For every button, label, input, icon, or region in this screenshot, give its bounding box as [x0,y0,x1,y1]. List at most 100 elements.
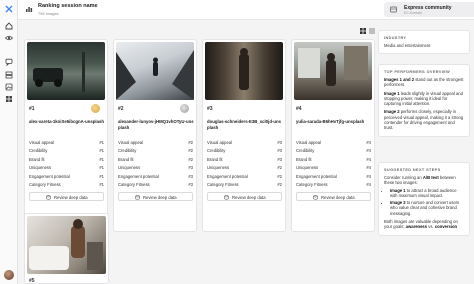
metric-row: Visual appeal #1 [29,138,104,147]
rank-label: #5 [29,278,35,284]
image-1-insight: Image 1 leads slightly in visual appeal … [384,90,463,107]
metric-label: Brand fit [29,156,45,162]
database-icon [224,194,229,200]
metric-row: Visual appeal #2 [118,138,193,147]
rank-label: #2 [118,106,124,112]
top-performers-summary: Images 1 and 2 stand out as the stronges… [384,77,464,88]
metric-row: Category Fitness #4 [296,181,371,190]
chat-icon[interactable] [5,58,13,66]
metric-label: Category Fitness [207,182,239,188]
metric-row: Category Fitness #3 [118,181,193,190]
image-thumbnail[interactable] [205,42,283,100]
metric-label: Visual appeal [296,139,322,145]
image-card[interactable]: #2 alexander-lunyov-jHMQ1vhOTyU-unsplash… [113,39,197,232]
list-view-icon[interactable] [369,28,375,34]
list-item: Image 1 to attract a broad audience with… [390,188,464,199]
view-toggle [360,28,376,35]
metric-value: #2 [188,148,193,154]
database-icon [46,194,51,200]
metric-row: Uniqueness #4 [296,164,371,173]
image-filename: yulia-sarada-B6hHvTjfg-unsplash [296,119,365,124]
eye-icon[interactable] [5,34,13,42]
insights-panel: INDUSTRY Media and entertainment TOP PER… [378,24,470,284]
metric-label: Brand fit [296,156,312,162]
database-icon [135,194,140,200]
next-steps-intro: Consider running an A/B test between the… [384,175,456,186]
top-header: Ranking session name 755 images Express … [18,0,474,20]
image-thumbnail[interactable] [27,42,105,100]
metric-value: #2 [277,182,282,188]
metric-row: Engagement potential #4 [296,172,371,181]
review-deep-data-button[interactable]: Review deep data [296,192,371,201]
metric-row: Engagement potential #1 [29,172,104,181]
industry-card: INDUSTRY Media and entertainment [378,30,470,55]
metric-row: Uniqueness #1 [29,164,104,173]
top-performers-heading: TOP PERFORMERS OVERVIEW [384,70,451,74]
metric-row: Brand fit #3 [207,155,282,164]
metric-row: Brand fit #2 [118,155,193,164]
image-card[interactable]: #1 alex-vareta-1kniSe5ibcgnA-unsplash Vi… [24,39,108,232]
grid-icon[interactable] [5,95,13,103]
metric-label: Engagement potential [207,173,248,179]
button-label: Review deep data [143,194,177,200]
metric-label: Engagement potential [296,173,337,179]
metric-value: #3 [277,156,282,162]
metric-row: Engagement potential #2 [207,172,282,181]
metric-value: #1 [99,139,104,145]
metric-value: #4 [366,148,371,154]
metric-label: Brand fit [207,156,223,162]
review-deep-data-button[interactable]: Review deep data [207,192,282,201]
metric-label: Uniqueness [29,165,52,171]
image-card[interactable]: #3 douglas-schneiders-E3B_xcl0jd-unsplas… [202,39,286,232]
image-thumbnail[interactable] [116,42,194,100]
metric-label: Uniqueness [118,165,141,171]
metric-value: #3 [277,139,282,145]
image-2-insight: Image 2 performs closely, especially in … [384,109,464,131]
metric-value: #2 [188,156,193,162]
image-card[interactable]: #4 yulia-sarada-B6hHvTjfg-unsplash Visua… [291,39,375,232]
metric-value: #1 [99,148,104,154]
review-deep-data-button[interactable]: Review deep data [29,192,104,201]
metric-value: #2 [277,165,282,171]
metric-row: Credibility #1 [29,147,104,156]
session-title: Ranking session name [38,3,98,9]
metric-row: Credibility #2 [118,147,193,156]
layers-icon[interactable] [5,71,13,79]
next-steps-list: Image 1 to attract a broad audience with… [384,188,464,216]
image-thumbnail[interactable] [27,216,106,274]
metric-value: #3 [188,173,193,179]
metric-row: Brand fit #1 [29,155,104,164]
workspace-icon [390,6,397,13]
rank-label: #3 [207,106,213,112]
image-thumbnail[interactable] [294,42,372,100]
review-deep-data-button[interactable]: Review deep data [118,192,193,201]
workspace-switcher[interactable]: Express community EC-Kontakt [384,2,474,17]
home-icon[interactable] [5,22,13,30]
metric-row: Visual appeal #3 [207,138,282,147]
industry-value: Media and entertainment [384,43,431,48]
metrics-list: Visual appeal #3 Credibility #3 Brand fit #… [207,138,282,190]
metric-label: Credibility [118,148,137,154]
metrics-list: Visual appeal #2 Credibility #2 Brand fit #… [118,138,193,190]
metric-label: Engagement potential [118,173,159,179]
app-logo-icon[interactable] [5,5,13,13]
metric-row: Category Fitness #2 [207,181,282,190]
metric-row: Visual appeal #4 [296,138,371,147]
metric-label: Uniqueness [296,165,319,171]
metric-value: #4 [366,139,371,145]
metrics-list: Visual appeal #1 Credibility #1 Brand fit #… [29,138,104,190]
button-label: Review deep data [54,194,88,200]
image-card[interactable]: #5 [24,213,109,284]
metric-row: Category Fitness #1 [29,181,104,190]
grid-view-icon[interactable] [360,28,366,34]
user-avatar[interactable] [4,270,14,280]
metric-value: #3 [277,148,282,154]
workspace-subtitle: EC-Kontakt [404,11,422,15]
button-label: Review deep data [321,194,355,200]
metric-label: Credibility [296,148,315,154]
gallery-icon[interactable] [5,83,13,91]
list-item: Image 2 to nurture and convert users who… [390,200,464,216]
metric-row: Uniqueness #2 [207,164,282,173]
rank-label: #4 [296,106,302,112]
next-steps-outro: Both images are valuable depending on yo… [384,219,458,230]
